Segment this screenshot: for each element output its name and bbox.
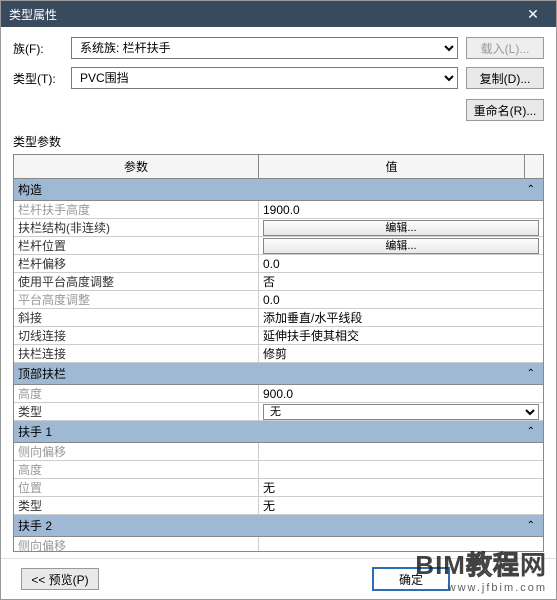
- value-cell[interactable]: 无: [259, 479, 543, 496]
- value-cell[interactable]: 编辑...: [259, 237, 543, 254]
- table-row: 栏杆扶手高度1900.0: [14, 201, 543, 219]
- edit-button[interactable]: 编辑...: [263, 238, 539, 254]
- value-cell[interactable]: 否: [259, 273, 543, 290]
- edit-button[interactable]: 编辑...: [263, 220, 539, 236]
- param-cell: 侧向偏移: [14, 537, 259, 551]
- table-row: 斜接添加垂直/水平线段: [14, 309, 543, 327]
- table-row: 侧向偏移: [14, 537, 543, 551]
- family-row: 族(F): 系统族: 栏杆扶手 载入(L)...: [13, 37, 544, 59]
- table-body[interactable]: 构造⌃栏杆扶手高度1900.0扶栏结构(非连续)编辑...栏杆位置编辑...栏杆…: [14, 179, 543, 551]
- value-cell[interactable]: 900.0: [259, 385, 543, 402]
- rename-button[interactable]: 重命名(R)...: [466, 99, 544, 121]
- content-area: 族(F): 系统族: 栏杆扶手 载入(L)... 类型(T): PVC围挡 复制…: [1, 27, 556, 558]
- preview-button[interactable]: << 预览(P): [21, 568, 99, 590]
- group-title: 扶手 1: [18, 423, 52, 440]
- table-header: 参数 值: [14, 155, 543, 179]
- param-cell: 切线连接: [14, 327, 259, 344]
- param-cell: 栏杆扶手高度: [14, 201, 259, 218]
- chevron-up-icon: ⌃: [527, 520, 539, 531]
- param-cell: 高度: [14, 461, 259, 478]
- table-row: 扶栏结构(非连续)编辑...: [14, 219, 543, 237]
- value-cell[interactable]: 0.0: [259, 291, 543, 308]
- value-cell[interactable]: 编辑...: [259, 219, 543, 236]
- group-header[interactable]: 扶手 2 ⌃: [14, 515, 543, 537]
- table-row: 位置无: [14, 479, 543, 497]
- value-cell[interactable]: 1900.0: [259, 201, 543, 218]
- table-row: 栏杆位置编辑...: [14, 237, 543, 255]
- value-cell[interactable]: 延伸扶手使其相交: [259, 327, 543, 344]
- table-row: 高度: [14, 461, 543, 479]
- chevron-up-icon: ⌃: [527, 368, 539, 379]
- table-row: 平台高度调整0.0: [14, 291, 543, 309]
- ok-button[interactable]: 确定: [372, 567, 450, 591]
- dialog-title: 类型属性: [9, 6, 57, 23]
- param-cell: 高度: [14, 385, 259, 402]
- param-cell: 斜接: [14, 309, 259, 326]
- group-title: 顶部扶栏: [18, 365, 66, 382]
- header-scroll-gutter: [525, 155, 543, 178]
- table-row: 使用平台高度调整否: [14, 273, 543, 291]
- table-row: 高度900.0: [14, 385, 543, 403]
- param-cell: 类型: [14, 497, 259, 514]
- family-label: 族(F):: [13, 40, 71, 57]
- group-title: 构造: [18, 181, 42, 198]
- family-select[interactable]: 系统族: 栏杆扶手: [71, 37, 458, 59]
- group-header[interactable]: 顶部扶栏 ⌃: [14, 363, 543, 385]
- close-icon[interactable]: ✕: [518, 6, 548, 23]
- duplicate-button[interactable]: 复制(D)...: [466, 67, 544, 89]
- footer: << 预览(P) 确定 取消: [1, 558, 556, 599]
- param-cell: 扶栏结构(非连续): [14, 219, 259, 236]
- param-cell: 位置: [14, 479, 259, 496]
- group-title: 扶手 2: [18, 517, 52, 534]
- param-cell: 平台高度调整: [14, 291, 259, 308]
- value-select[interactable]: 无: [263, 404, 539, 420]
- param-cell: 使用平台高度调整: [14, 273, 259, 290]
- value-cell[interactable]: [259, 537, 543, 551]
- titlebar: 类型属性 ✕: [1, 1, 556, 27]
- type-select[interactable]: PVC围挡: [71, 67, 458, 89]
- header-param: 参数: [14, 155, 259, 178]
- type-label: 类型(T):: [13, 70, 71, 87]
- table-row: 类型无: [14, 497, 543, 515]
- param-cell: 侧向偏移: [14, 443, 259, 460]
- value-cell[interactable]: 无: [259, 497, 543, 514]
- chevron-up-icon: ⌃: [527, 184, 539, 195]
- header-value: 值: [259, 155, 525, 178]
- param-cell: 栏杆位置: [14, 237, 259, 254]
- type-row: 类型(T): PVC围挡 复制(D)...: [13, 67, 544, 89]
- table-row: 扶栏连接修剪: [14, 345, 543, 363]
- load-button: 载入(L)...: [466, 37, 544, 59]
- table-row: 侧向偏移: [14, 443, 543, 461]
- param-cell: 栏杆偏移: [14, 255, 259, 272]
- value-cell[interactable]: 无: [259, 403, 543, 420]
- param-cell: 类型: [14, 403, 259, 420]
- group-header[interactable]: 构造 ⌃: [14, 179, 543, 201]
- value-cell[interactable]: [259, 461, 543, 478]
- params-table: 参数 值 构造 ⌃ 栏杆扶手高度1900.0扶栏结构(非连续)编辑...栏杆位置编辑…: [13, 154, 544, 552]
- value-cell[interactable]: [259, 443, 543, 460]
- value-cell[interactable]: 添加垂直/水平线段: [259, 309, 543, 326]
- table-row: 栏杆偏移0.0: [14, 255, 543, 273]
- value-cell[interactable]: 修剪: [259, 345, 543, 362]
- dialog-window: 类型属性 ✕ 族(F): 系统族: 栏杆扶手 载入(L)... 类型(T): P…: [0, 0, 557, 600]
- group-header[interactable]: 扶手 1 ⌃: [14, 421, 543, 443]
- chevron-up-icon: ⌃: [527, 426, 539, 437]
- type-params-label: 类型参数: [13, 133, 544, 150]
- table-row: 类型无: [14, 403, 543, 421]
- rename-row: 重命名(R)...: [13, 99, 544, 121]
- param-cell: 扶栏连接: [14, 345, 259, 362]
- table-row: 切线连接延伸扶手使其相交: [14, 327, 543, 345]
- value-cell[interactable]: 0.0: [259, 255, 543, 272]
